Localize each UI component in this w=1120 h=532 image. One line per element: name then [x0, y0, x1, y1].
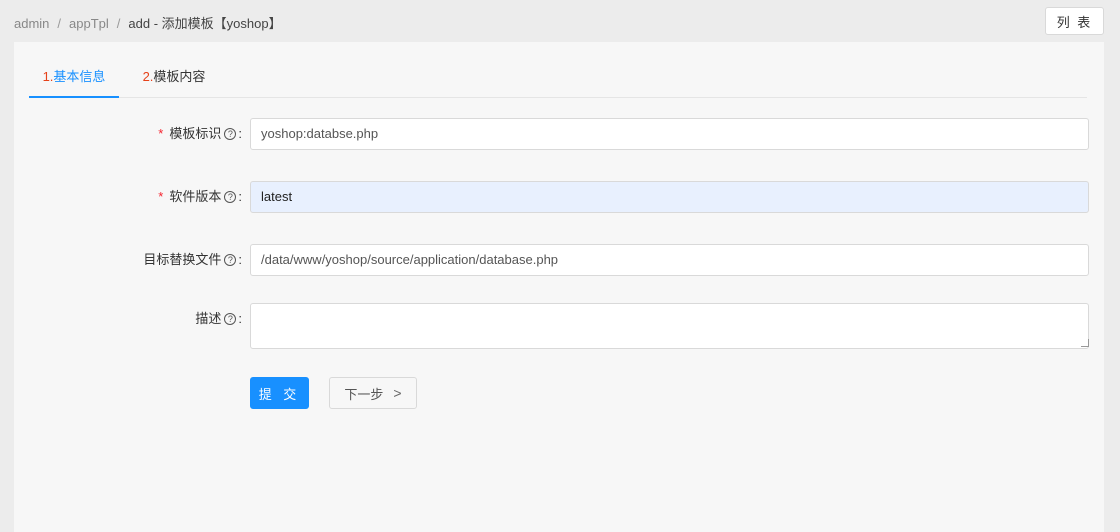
chevron-right-icon: > — [393, 385, 402, 401]
tab-number: 2. — [142, 69, 154, 84]
breadcrumb-separator: / — [57, 16, 62, 31]
label-text: 描述 — [195, 311, 222, 326]
breadcrumb-current: add - 添加模板【yoshop】 — [128, 16, 282, 31]
label-colon: : — [238, 252, 242, 267]
tab-basic-info[interactable]: 1.基本信息 — [29, 60, 119, 98]
list-button[interactable]: 列 表 — [1045, 7, 1104, 35]
software-version-input[interactable]: latest — [250, 181, 1089, 213]
top-bar: admin / appTpl / add - 添加模板【yoshop】 列 表 — [0, 0, 1120, 42]
label-text: 软件版本 — [169, 189, 222, 204]
description-textarea[interactable] — [250, 303, 1089, 349]
help-icon[interactable]: ? — [224, 191, 237, 203]
tab-template-content[interactable]: 2.模板内容 — [129, 60, 219, 98]
breadcrumb-item-admin[interactable]: admin — [14, 16, 49, 31]
breadcrumb: admin / appTpl / add - 添加模板【yoshop】 — [14, 13, 282, 32]
description-label: 描述 ? : — [195, 303, 242, 335]
resize-handle-icon[interactable] — [1081, 339, 1089, 347]
required-mark: * — [158, 189, 164, 204]
target-file-input[interactable]: /data/www/yoshop/source/application/data… — [250, 244, 1089, 276]
next-step-label: 下一步 — [344, 386, 384, 402]
breadcrumb-separator: / — [116, 16, 121, 31]
next-step-button[interactable]: 下一步 > — [329, 377, 417, 409]
label-text: 目标替换文件 — [143, 252, 222, 267]
help-icon[interactable]: ? — [224, 313, 237, 325]
label-colon: : — [238, 189, 242, 204]
step-tabs: 1.基本信息 2.模板内容 — [29, 60, 1087, 98]
help-icon[interactable]: ? — [224, 254, 237, 266]
template-id-label: * 模板标识 ? : — [158, 118, 242, 150]
label-text: 模板标识 — [169, 126, 222, 141]
tab-label: 模板内容 — [153, 69, 206, 84]
tab-number: 1. — [42, 69, 54, 84]
breadcrumb-item-apptpl[interactable]: appTpl — [69, 16, 109, 31]
help-icon[interactable]: ? — [224, 128, 237, 140]
template-id-input[interactable]: yoshop:databse.php — [250, 118, 1089, 150]
tab-label: 基本信息 — [53, 69, 106, 84]
label-colon: : — [238, 311, 242, 326]
main-panel: 1.基本信息 2.模板内容 * 模板标识 ? : yoshop:databse.… — [14, 42, 1104, 532]
label-colon: : — [238, 126, 242, 141]
submit-button[interactable]: 提 交 — [250, 377, 309, 409]
required-mark: * — [158, 126, 164, 141]
target-file-label: 目标替换文件 ? : — [143, 244, 242, 276]
software-version-label: * 软件版本 ? : — [158, 181, 242, 213]
